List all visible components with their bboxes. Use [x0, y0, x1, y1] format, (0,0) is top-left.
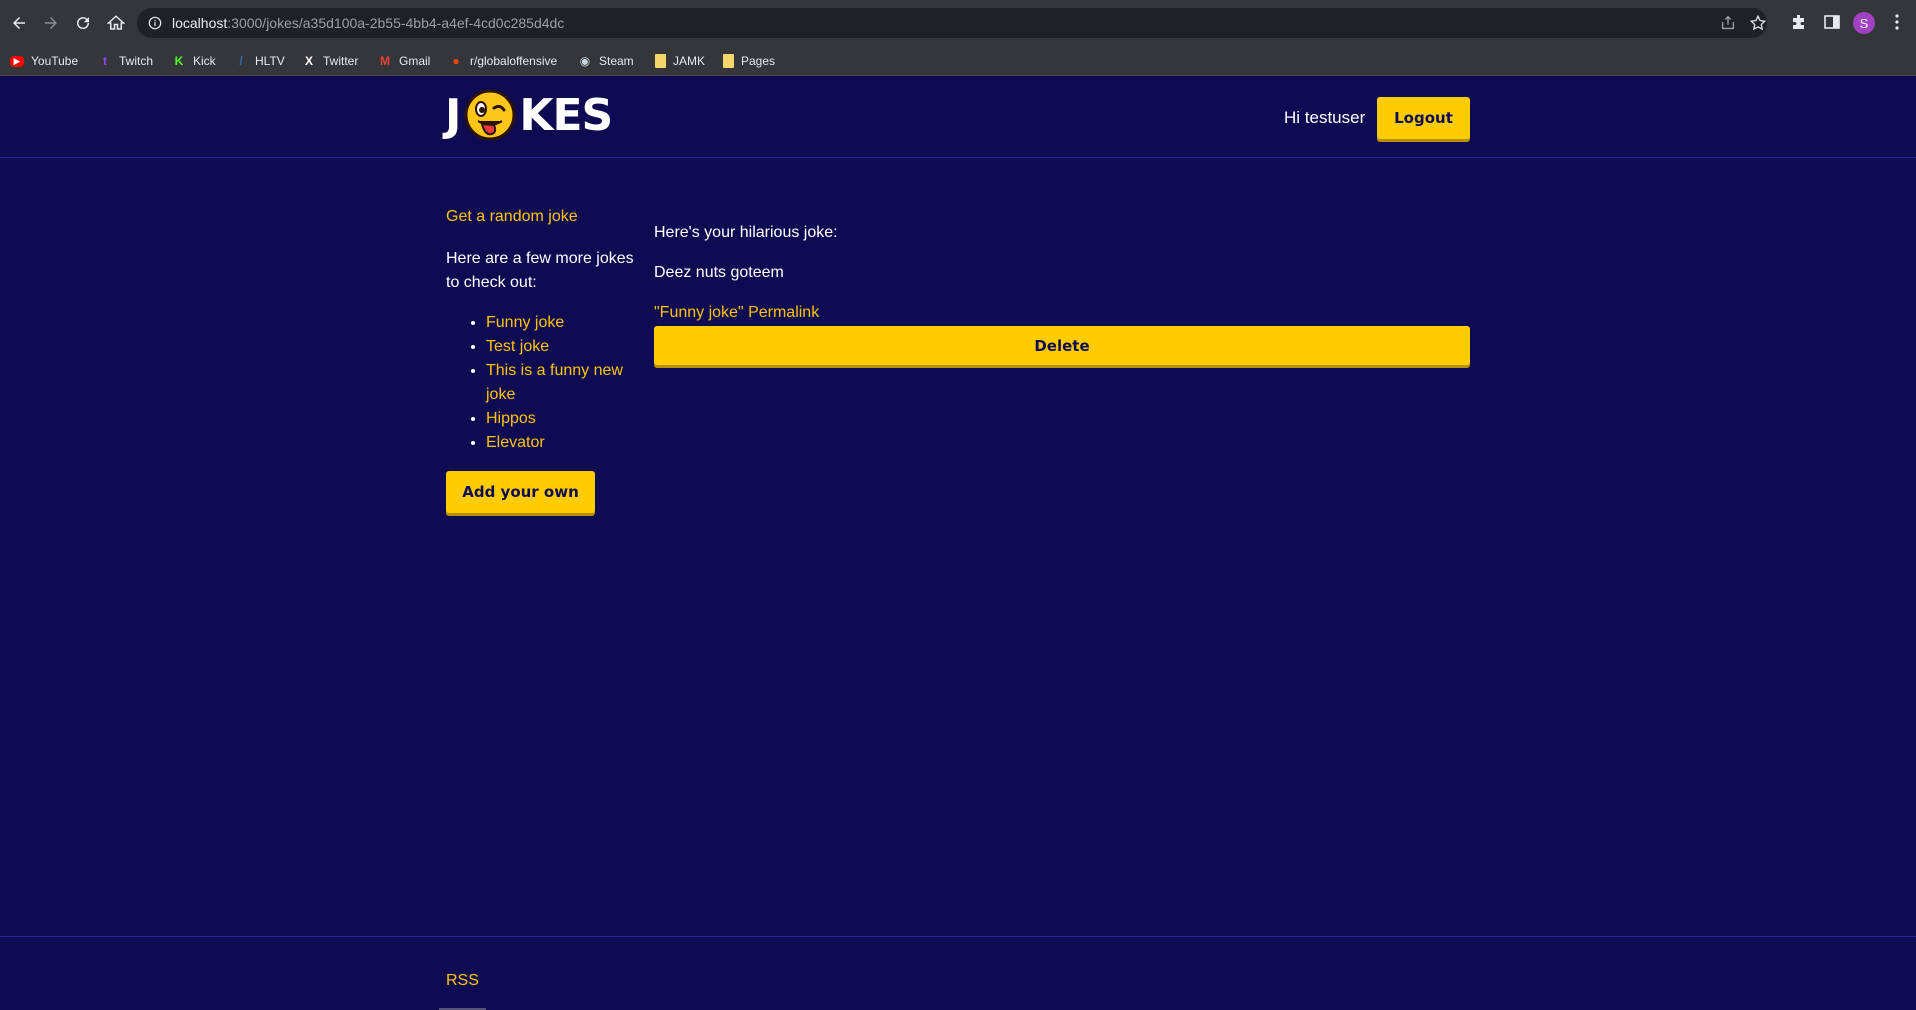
menu-icon[interactable]	[1887, 12, 1907, 32]
bookmark-twitter[interactable]: X Twitter	[302, 51, 358, 71]
bookmarks-bar: ▶ YouTube t Twitch K Kick / HLTV X Twitter M Gmail ●…	[0, 45, 1916, 76]
joke-intro: Here's your hilarious joke:	[654, 224, 838, 241]
bookmark-label: YouTube	[31, 54, 79, 68]
bookmark-label: Twitter	[323, 54, 359, 68]
forward-icon[interactable]	[39, 11, 63, 35]
bookmark-label: Steam	[599, 54, 634, 68]
delete-button[interactable]: Delete	[654, 326, 1470, 365]
back-icon[interactable]	[7, 11, 31, 35]
bookmark-hltv[interactable]: / HLTV	[234, 51, 285, 71]
joke-link[interactable]: Elevator	[486, 434, 545, 451]
bookmark-label: r/globaloffensive	[470, 54, 558, 68]
star-icon[interactable]	[1749, 14, 1767, 32]
twitch-icon: t	[103, 54, 107, 68]
info-icon[interactable]	[148, 16, 162, 30]
app-header: J KES Hi testuser Logout	[0, 77, 1916, 158]
logo-text: KES	[519, 89, 613, 141]
joke-list: Funny joke Test joke This is a funny new…	[486, 311, 636, 455]
logout-button[interactable]: Logout	[1377, 97, 1470, 139]
reload-icon[interactable]	[71, 11, 95, 35]
kick-icon: K	[174, 54, 184, 68]
list-item: Hippos	[486, 407, 636, 431]
bookmark-jamk[interactable]: JAMK	[655, 51, 705, 71]
folder-icon	[723, 54, 734, 68]
bookmark-label: HLTV	[255, 54, 285, 68]
joke-link[interactable]: Funny joke	[486, 314, 564, 331]
bookmark-label: Pages	[741, 54, 776, 68]
add-joke-button[interactable]: Add your own	[446, 471, 595, 513]
list-item: This is a funny new joke	[486, 359, 636, 407]
more-jokes-text: Here are a few more jokes to check out:	[446, 250, 634, 291]
bookmark-pages[interactable]: Pages	[723, 51, 775, 71]
x-icon: X	[304, 54, 313, 68]
bookmark-youtube[interactable]: ▶ YouTube	[10, 51, 78, 71]
joke-link[interactable]: Hippos	[486, 410, 536, 427]
browser-toolbar: localhost:3000/jokes/a35d100a-2b55-4bb4-…	[0, 0, 1916, 45]
reddit-icon: ●	[452, 54, 460, 68]
list-item: Elevator	[486, 431, 636, 455]
steam-icon: ◉	[579, 54, 591, 68]
silly-face-icon	[464, 89, 516, 141]
user-greeting: Hi testuser	[1284, 108, 1366, 127]
hltv-icon: /	[239, 54, 243, 68]
bookmark-label: JAMK	[673, 54, 706, 68]
extensions-icon[interactable]	[1789, 12, 1809, 32]
logo-letter-j: J	[445, 89, 461, 141]
list-item: Funny joke	[486, 311, 636, 335]
bookmark-label: Kick	[193, 54, 216, 68]
side-panel-icon[interactable]	[1822, 12, 1842, 32]
youtube-icon: ▶	[10, 55, 24, 67]
bookmark-kick[interactable]: K Kick	[172, 51, 216, 71]
bookmark-twitch[interactable]: t Twitch	[98, 51, 153, 71]
joke-content: Deez nuts goteem	[654, 264, 784, 281]
joke-link[interactable]: This is a funny new joke	[486, 362, 623, 403]
bookmark-gmail[interactable]: M Gmail	[378, 51, 430, 71]
logo[interactable]: J KES	[445, 87, 613, 143]
address-bar[interactable]: localhost:3000/jokes/a35d100a-2b55-4bb4-…	[137, 8, 1767, 38]
folder-icon	[655, 54, 666, 68]
app-footer: RSS	[0, 936, 1916, 1010]
bookmark-steam[interactable]: ◉ Steam	[578, 51, 634, 71]
permalink-link[interactable]: "Funny joke" Permalink	[654, 304, 819, 322]
bookmark-label: Gmail	[399, 54, 431, 68]
random-joke-link[interactable]: Get a random joke	[446, 208, 578, 226]
bookmark-r-globaloffensive[interactable]: ● r/globaloffensive	[449, 51, 557, 71]
gmail-icon: M	[380, 54, 390, 68]
rss-link[interactable]: RSS	[446, 972, 479, 990]
list-item: Test joke	[486, 335, 636, 359]
home-icon[interactable]	[104, 11, 128, 35]
joke-link[interactable]: Test joke	[486, 338, 549, 355]
share-icon[interactable]	[1719, 14, 1737, 32]
profile-avatar[interactable]: S	[1853, 12, 1875, 34]
bookmark-label: Twitch	[119, 54, 154, 68]
url-text[interactable]: localhost:3000/jokes/a35d100a-2b55-4bb4-…	[172, 15, 564, 31]
